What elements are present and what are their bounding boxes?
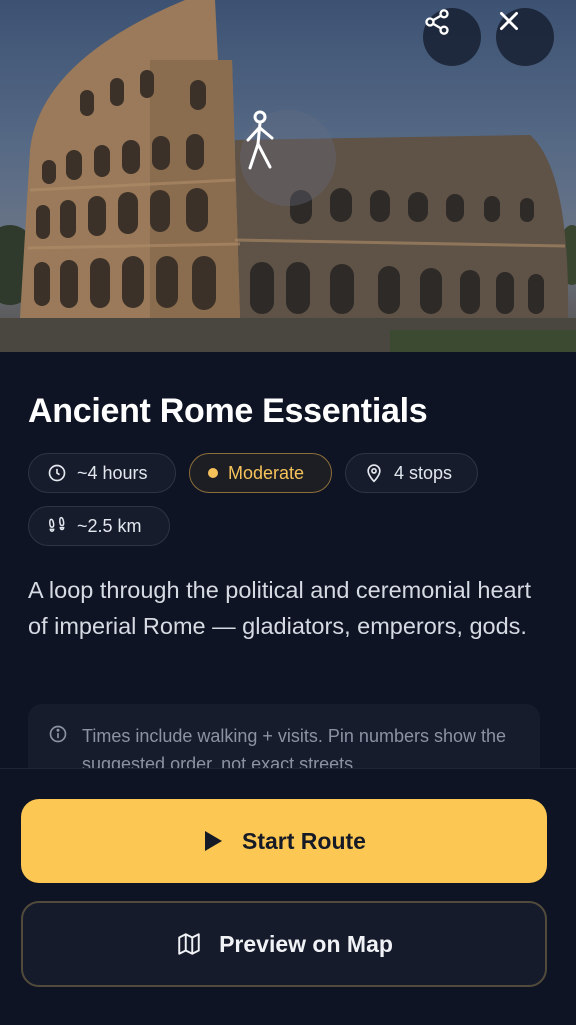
info-icon bbox=[49, 725, 67, 743]
duration-text: ~4 hours bbox=[77, 462, 148, 483]
distance-chip: ~2.5 km bbox=[28, 506, 170, 546]
play-icon bbox=[205, 831, 223, 851]
close-button[interactable] bbox=[496, 8, 554, 66]
start-route-label: Start Route bbox=[242, 827, 366, 854]
difficulty-text: Moderate bbox=[228, 462, 305, 483]
difficulty-dot bbox=[208, 468, 218, 478]
share-button[interactable] bbox=[423, 8, 481, 66]
close-icon bbox=[500, 12, 518, 30]
preview-on-map-label: Preview on Map bbox=[219, 930, 393, 957]
preview-on-map-button[interactable]: Preview on Map bbox=[21, 901, 547, 987]
action-bar: Start Route Preview on Map bbox=[0, 768, 576, 1025]
clock-icon bbox=[48, 464, 66, 482]
duration-chip: ~4 hours bbox=[28, 453, 176, 493]
footprints-icon bbox=[49, 516, 65, 532]
hero-image bbox=[0, 0, 576, 352]
walking-person-icon bbox=[240, 110, 336, 206]
map-pin-icon bbox=[367, 464, 381, 483]
start-route-button[interactable]: Start Route bbox=[21, 799, 547, 883]
tour-description: A loop through the political and ceremon… bbox=[28, 577, 531, 639]
stops-chip: 4 stops bbox=[345, 453, 478, 493]
distance-text: ~2.5 km bbox=[77, 515, 142, 536]
difficulty-chip: Moderate bbox=[189, 453, 332, 493]
tour-details: Ancient Rome Essentials ~4 hours Moderat… bbox=[0, 352, 576, 784]
map-icon bbox=[178, 933, 200, 955]
share-icon bbox=[425, 9, 449, 35]
stops-text: 4 stops bbox=[394, 462, 453, 483]
tour-title: Ancient Rome Essentials bbox=[28, 392, 428, 430]
